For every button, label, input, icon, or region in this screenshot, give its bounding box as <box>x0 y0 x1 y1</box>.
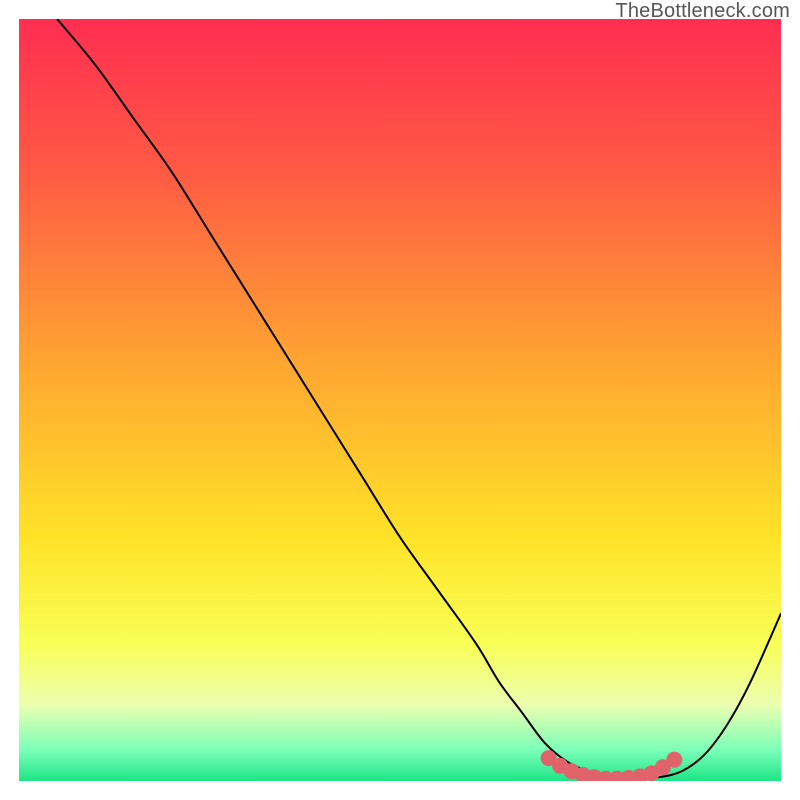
bottleneck-chart: TheBottleneck.com <box>0 0 800 800</box>
plot-area <box>19 19 781 781</box>
optimal-dot <box>666 752 682 768</box>
background-gradient <box>19 19 781 781</box>
chart-svg <box>19 19 781 781</box>
